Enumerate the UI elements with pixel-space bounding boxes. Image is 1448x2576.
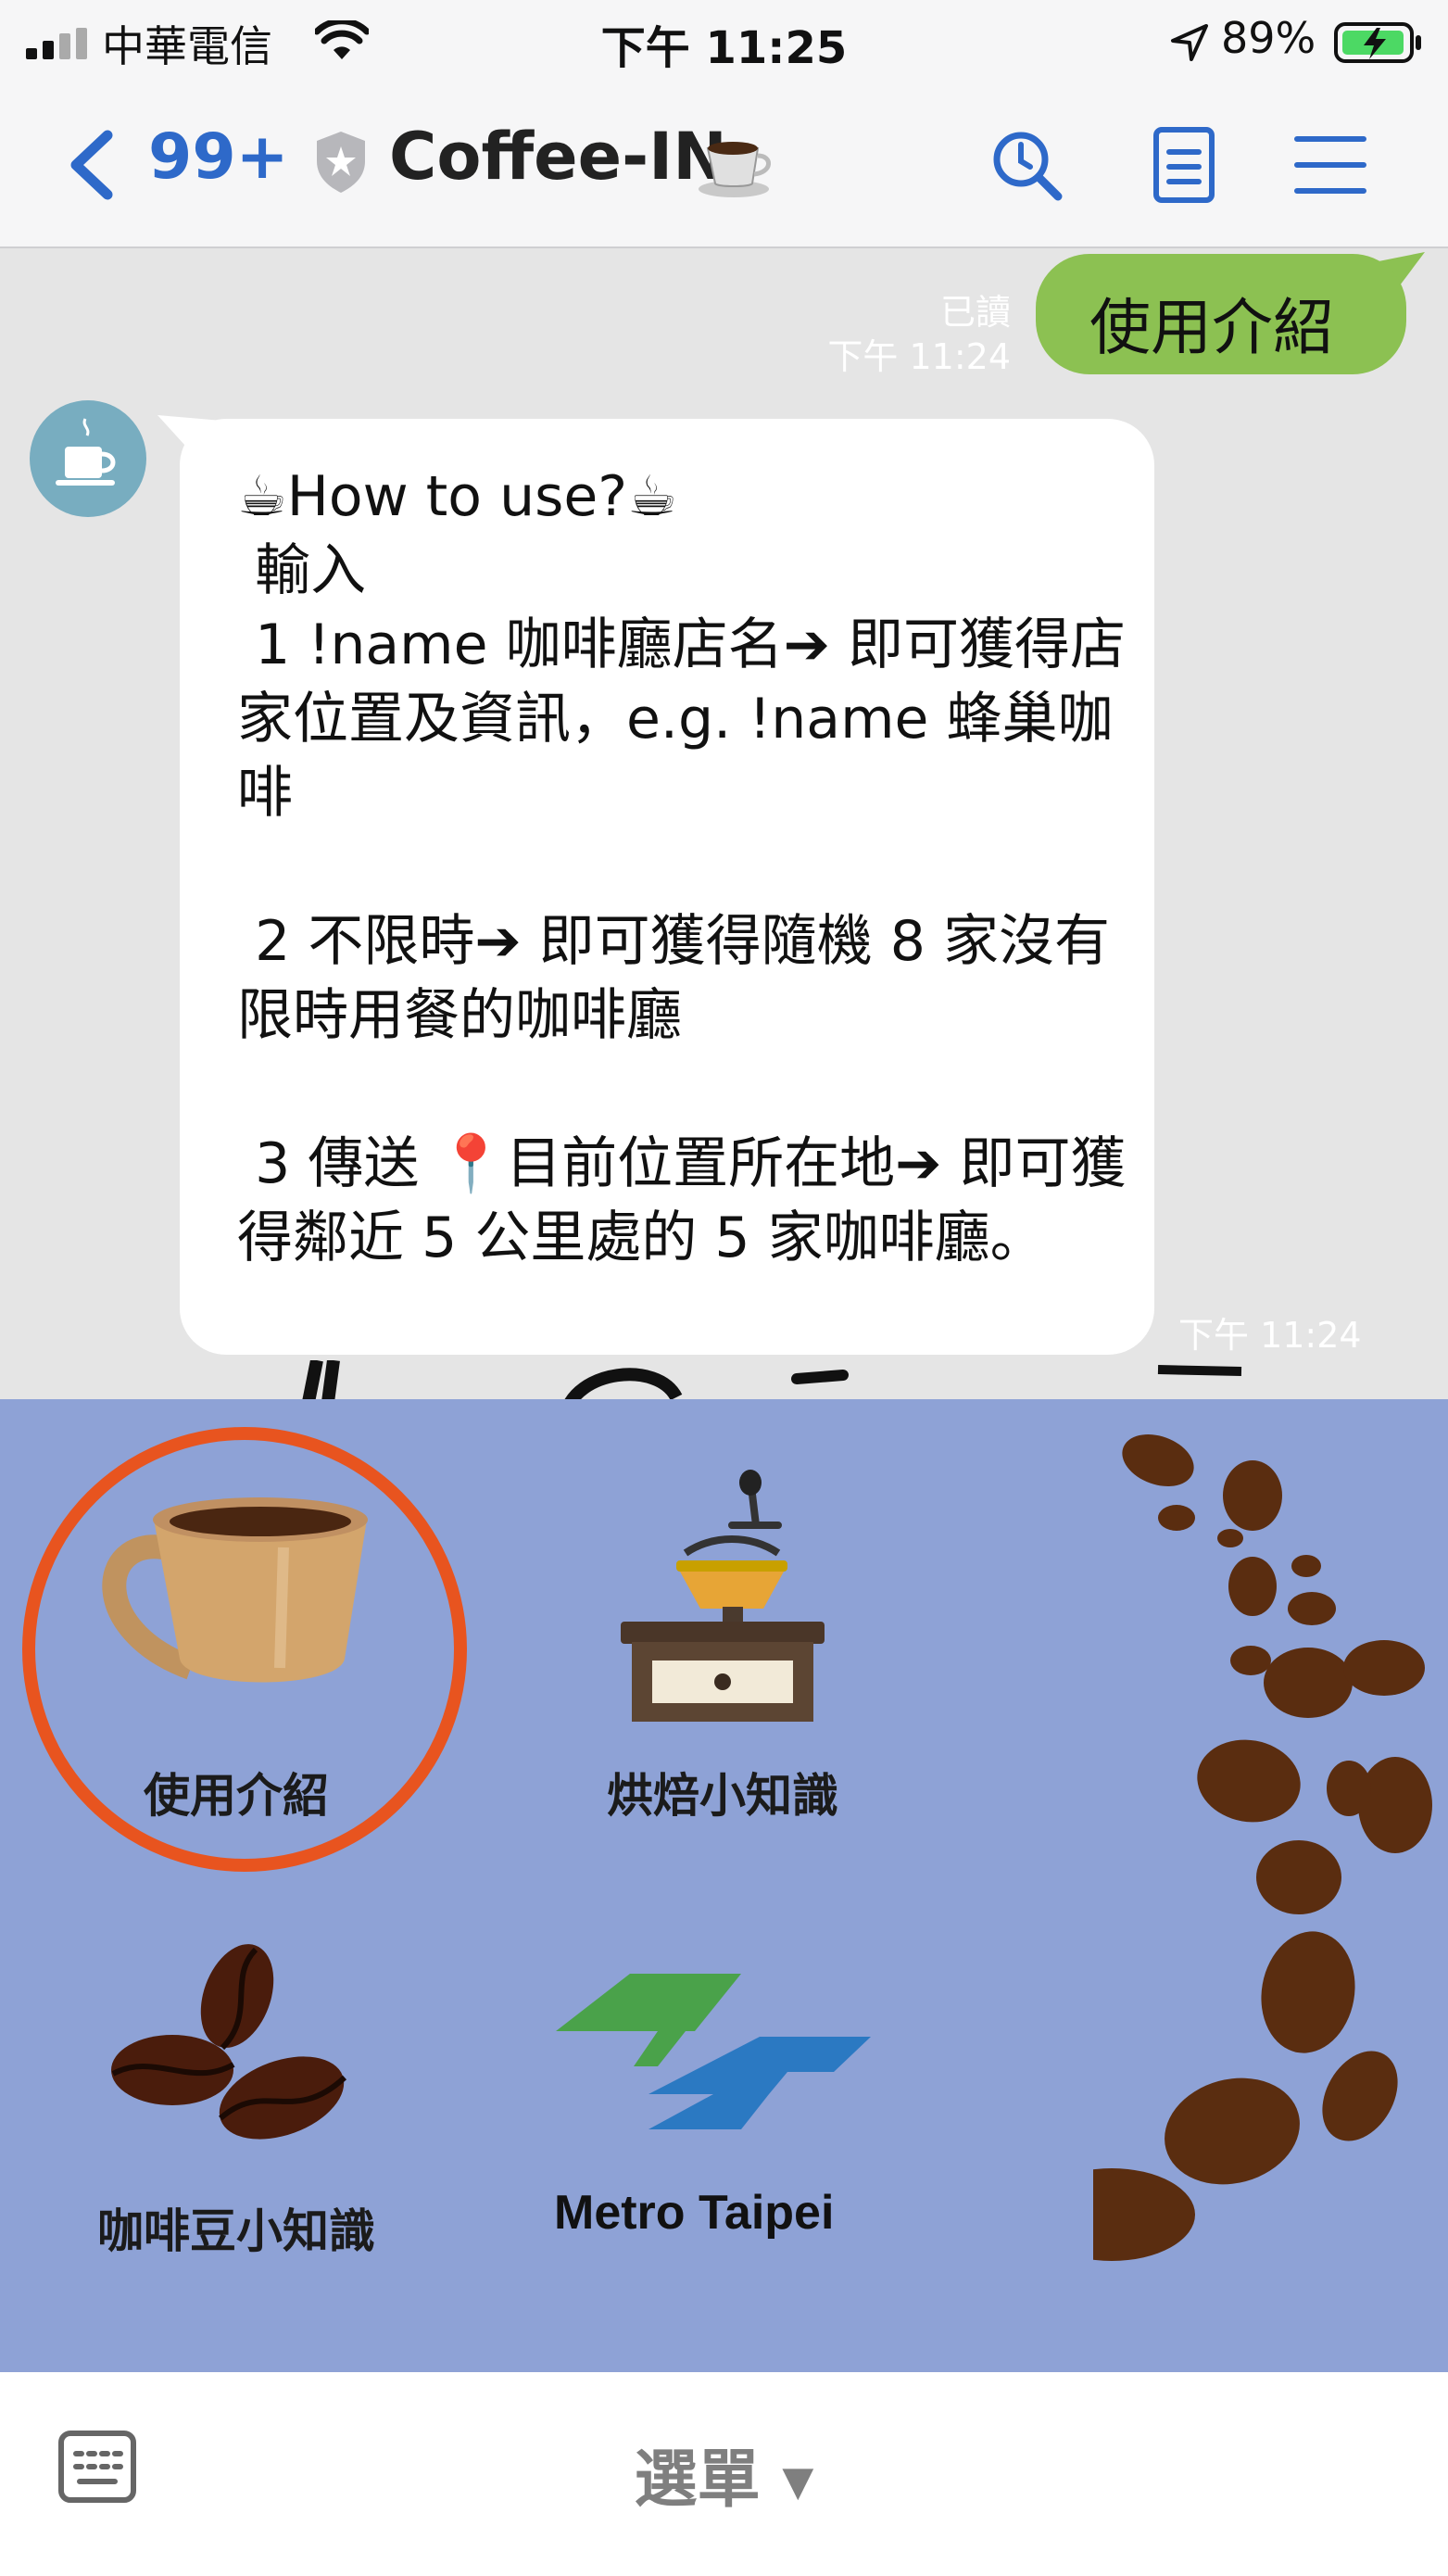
coffee-grinder-icon [621, 1470, 825, 1722]
rich-menu-beans-label: 咖啡豆小知識 [97, 2204, 375, 2258]
battery-percent: 89% [1221, 13, 1316, 63]
battery-charging-icon [1334, 22, 1421, 63]
received-message-time: 下午 11:24 [1178, 1315, 1362, 1356]
chat-area[interactable]: 已讀 下午 11:24 使用介紹 ☕How to use?☕ 輸入 1 !nam… [0, 248, 1448, 1399]
search-icon[interactable] [988, 126, 1065, 204]
rich-menu-roasting[interactable]: 烘焙小知識 [491, 1399, 954, 1900]
sent-message-time: 下午 11:24 [827, 336, 1011, 377]
notes-icon[interactable] [1145, 126, 1223, 204]
location-arrow-icon [1171, 24, 1208, 61]
hamburger-menu-icon[interactable] [1291, 126, 1369, 204]
rich-menu-roasting-label: 烘焙小知識 [607, 1769, 838, 1823]
coffee-beans-icon [111, 1944, 347, 2140]
coffee-beans-decoration [1093, 1433, 1432, 2261]
coffee-cup-emoji-icon [699, 142, 771, 197]
received-message-text: ☕How to use?☕ 輸入 1 !name 咖啡廳店名➔ 即可獲得店家位置… [237, 464, 1127, 1270]
rich-menu-beans[interactable]: 咖啡豆小知識 [0, 1900, 491, 2372]
chat-title: Coffee-IN [389, 119, 727, 195]
coffee-cup-avatar-icon [56, 418, 116, 486]
rich-menu-usage[interactable]: 使用介紹 [0, 1399, 491, 1900]
sticker-fragment [302, 1360, 1242, 1399]
shield-icon [317, 132, 365, 193]
status-bar: 中華電信 下午 11:25 89% [0, 0, 1448, 82]
received-message-bubble[interactable]: ☕How to use?☕ 輸入 1 !name 咖啡廳店名➔ 即可獲得店家位置… [180, 419, 1154, 1355]
sent-message-bubble[interactable]: 使用介紹 [1036, 254, 1406, 374]
read-receipt: 已讀 [939, 292, 1011, 333]
chat-header: 99+ Coffee-IN [0, 82, 1448, 248]
back-button[interactable] [65, 128, 130, 202]
unread-count[interactable]: 99+ [148, 120, 289, 194]
rich-menu-metro-label: Metro Taipei [554, 2186, 835, 2240]
rich-menu: 使用介紹 烘焙小知識 咖啡豆小知識 Metro Taipei [0, 1399, 1448, 2372]
bottom-bar: 選單 ▾ [0, 2374, 1448, 2576]
menu-toggle-button[interactable]: 選單 ▾ [0, 2428, 1448, 2519]
metro-taipei-logo [556, 1974, 871, 2129]
rich-menu-metro[interactable]: Metro Taipei [491, 1900, 954, 2372]
chevron-left-icon [70, 130, 113, 200]
highlight-circle [22, 1427, 467, 1872]
bot-avatar[interactable] [30, 400, 146, 517]
